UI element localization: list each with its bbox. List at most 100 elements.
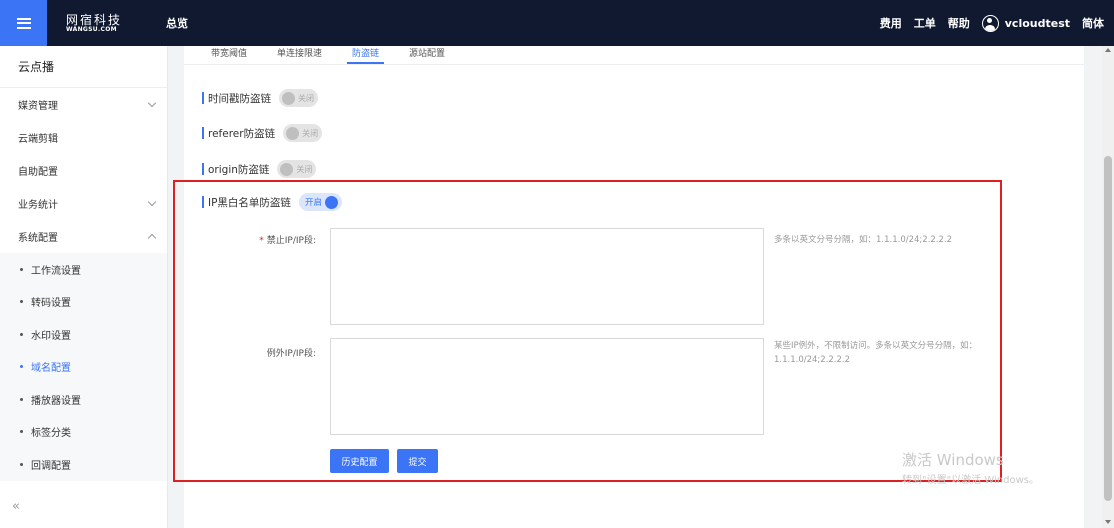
settings-panel: 时间戳防盗链 关闭 referer防盗链 关闭 origin防盗链 关闭 IP黑… [173, 64, 1084, 528]
origin-setting: origin防盗链 关闭 [202, 160, 317, 178]
top-bar: 网宿科技 WANGSU.COM 总览 费用 工单 帮助 vcloudtest 简… [0, 0, 1114, 46]
main-area: 带宽阈值 单连接限速 防盗链 源站配置 时间戳防盗链 关闭 referer防盗链… [168, 46, 1102, 528]
blocked-ip-textarea[interactable] [330, 228, 764, 325]
sidebar-title: 云点播 [0, 46, 167, 88]
collapse-sidebar-icon[interactable]: « [12, 499, 20, 514]
section-marker [202, 92, 204, 104]
tab-connection-limit[interactable]: 单连接限速 [272, 46, 327, 64]
logo-cn: 网宿科技 [66, 12, 123, 27]
toggle-knob [282, 91, 295, 105]
toggle-knob [324, 195, 338, 209]
timestamp-setting: 时间戳防盗链 关闭 [202, 89, 318, 107]
username[interactable]: vcloudtest [1005, 17, 1070, 30]
bullet-icon [20, 430, 23, 434]
menu-button[interactable] [0, 0, 47, 46]
sidebar-item-label: 云端剪辑 [18, 134, 58, 145]
setting-label: IP黑白名单防盗链 [208, 196, 291, 209]
sidebar-item-label: 媒资管理 [18, 101, 58, 112]
required-mark: * [259, 236, 264, 246]
sidebar-item-domain[interactable]: 域名配置 [0, 351, 167, 384]
tab-anti-leech[interactable]: 防盗链 [347, 46, 385, 64]
sidebar-item-workflow[interactable]: 工作流设置 [0, 253, 167, 286]
setting-label: origin防盗链 [208, 163, 270, 176]
exception-ip-label: 例外IP/IP段: [266, 349, 316, 359]
tab-bandwidth-threshold[interactable]: 带宽阈值 [206, 46, 252, 64]
sidebar-item-label: 播放器设置 [31, 395, 81, 407]
chevron-down-icon [147, 98, 157, 108]
referer-setting: referer防盗链 关闭 [202, 124, 323, 142]
sidebar-item-label: 标签分类 [31, 428, 71, 440]
scroll-up-icon[interactable] [1105, 48, 1111, 52]
activation-watermark-subtitle: 转到"设置"以激活 Windows。 [902, 475, 1040, 486]
history-config-button[interactable]: 历史配置 [330, 449, 389, 473]
sidebar-item-watermark[interactable]: 水印设置 [0, 318, 167, 351]
sidebar-item-label: 域名配置 [31, 363, 71, 375]
logo[interactable]: 网宿科技 WANGSU.COM [66, 14, 136, 33]
toggle-text: 开启 [304, 198, 322, 208]
sidebar-item-tags[interactable]: 标签分类 [0, 416, 167, 449]
highlight-box [173, 180, 1002, 482]
bullet-icon [20, 332, 23, 336]
overview-link[interactable]: 总览 [166, 15, 188, 31]
sidebar-item-label: 业务统计 [18, 200, 58, 211]
ip-list-setting: IP黑白名单防盗链 开启 [202, 193, 342, 211]
sidebar-item-system-config[interactable]: 系统配置 [0, 220, 167, 253]
top-right-nav: 费用 工单 帮助 vcloudtest 简体 [880, 14, 1114, 32]
sidebar-item-self-config[interactable]: 自助配置 [0, 154, 167, 187]
sidebar-item-media[interactable]: 媒资管理 [0, 88, 167, 121]
tab-bar: 带宽阈值 单连接限速 防盗链 源站配置 [184, 46, 1084, 64]
language-switch[interactable]: 简体 [1082, 15, 1104, 31]
user-icon[interactable] [981, 14, 999, 32]
sidebar-item-label: 转码设置 [31, 298, 71, 310]
bullet-icon [20, 365, 23, 369]
sidebar-item-callback[interactable]: 回调配置 [0, 448, 167, 481]
toggle-text: 关闭 [302, 128, 319, 138]
timestamp-toggle[interactable]: 关闭 [279, 89, 318, 107]
chevron-down-icon [147, 197, 157, 207]
blocked-ip-label-text: 禁止IP/IP段: [266, 236, 316, 246]
section-marker [202, 196, 204, 208]
sidebar-item-label: 水印设置 [31, 330, 71, 342]
exception-ip-textarea[interactable] [330, 338, 764, 435]
vertical-scrollbar[interactable] [1102, 46, 1114, 528]
sidebar-item-label: 工作流设置 [31, 265, 81, 277]
toggle-knob [286, 126, 300, 140]
sidebar-item-statistics[interactable]: 业务统计 [0, 187, 167, 220]
logo-en: WANGSU.COM [66, 25, 117, 33]
ticket-link[interactable]: 工单 [914, 15, 936, 31]
billing-link[interactable]: 费用 [880, 15, 902, 31]
toggle-text: 关闭 [296, 164, 313, 174]
hamburger-icon [16, 17, 31, 29]
submit-button[interactable]: 提交 [397, 449, 438, 473]
sidebar-item-cloud-edit[interactable]: 云端剪辑 [0, 121, 167, 154]
setting-label: referer防盗链 [208, 127, 276, 140]
sidebar-item-transcode[interactable]: 转码设置 [0, 286, 167, 319]
sidebar-item-label: 自助配置 [18, 167, 58, 178]
exception-ip-hint: 某些IP例外，不限制访问。多条以英文分号分隔，如：1.1.1.0/24;2.2.… [774, 341, 978, 365]
scroll-thumb[interactable] [1104, 156, 1112, 501]
bullet-icon [20, 267, 23, 271]
bullet-icon [20, 462, 23, 466]
tab-origin-config[interactable]: 源站配置 [404, 46, 450, 64]
sidebar-item-player[interactable]: 播放器设置 [0, 383, 167, 416]
chevron-up-icon [147, 233, 157, 243]
origin-toggle[interactable]: 关闭 [277, 160, 317, 178]
scroll-down-icon[interactable] [1105, 520, 1111, 524]
referer-toggle[interactable]: 关闭 [283, 124, 323, 142]
blocked-ip-hint: 多条以英文分号分隔，如：1.1.1.0/24;2.2.2.2 [774, 235, 953, 245]
sidebar-submenu: 工作流设置 转码设置 水印设置 域名配置 播放器设置 标签分类 回调配置 [0, 253, 167, 481]
bullet-icon [20, 397, 23, 401]
sidebar-item-label: 回调配置 [31, 460, 71, 472]
toggle-knob [280, 162, 294, 176]
sidebar-item-label: 系统配置 [18, 233, 58, 244]
sidebar: 云点播 媒资管理 云端剪辑 自助配置 业务统计 系统配置 工作流设置 转码设置 … [0, 46, 168, 528]
toggle-text: 关闭 [298, 93, 314, 103]
section-marker [202, 163, 204, 175]
activation-watermark-title: 激活 Windows [902, 451, 1004, 469]
blocked-ip-label: * 禁止IP/IP段: [236, 233, 316, 246]
section-marker [202, 127, 204, 139]
help-link[interactable]: 帮助 [948, 15, 970, 31]
ip-list-toggle[interactable]: 开启 [298, 193, 342, 211]
setting-label: 时间戳防盗链 [208, 92, 271, 105]
bullet-icon [20, 300, 23, 304]
